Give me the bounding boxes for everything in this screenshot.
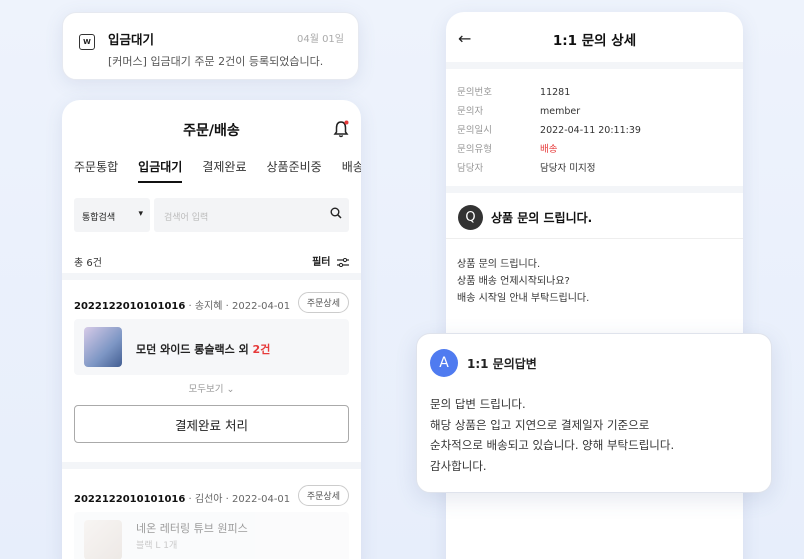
field-value: 담당자 미지정 — [540, 163, 596, 174]
field-inquiry-type: 문의유형 배송 — [457, 141, 558, 155]
field-value: member — [540, 106, 581, 117]
page-title: 1:1 문의 상세 — [552, 33, 637, 49]
search-icon[interactable] — [330, 207, 342, 219]
product-title: 네온 레터링 튜브 원피스 — [136, 522, 248, 535]
order-date: 2022-04-01 — [232, 494, 291, 505]
field-inquirer: 문의자 member — [457, 103, 580, 117]
divider — [446, 186, 743, 193]
question-header: Q 상품 문의 드립니다. — [458, 205, 592, 230]
field-value: 2022-04-11 20:11:39 — [540, 125, 641, 136]
question-title: 상품 문의 드립니다. — [491, 211, 593, 225]
field-inquiry-number: 문의번호 11281 — [457, 84, 570, 98]
view-all-link[interactable]: 모두보기 ⌄ — [74, 381, 349, 395]
search-row: 통합검색 검색어 입력 — [74, 198, 349, 232]
field-value: 배송 — [540, 144, 558, 155]
orders-panel: 주문/배송 주문통합 입금대기 결제완료 상품준비중 배송중 통합검색 검색어 … — [62, 100, 361, 559]
notification-message: [커머스] 입금대기 주문 2건이 등록되었습니다. — [108, 55, 324, 68]
product-row[interactable]: 모던 와이드 롱슬랙스 외 2건 — [74, 319, 349, 375]
order-number: 2022122010101016 — [74, 301, 186, 312]
question-line: 배송 시작일 안내 부탁드립니다. — [457, 293, 590, 304]
order-item: 2022122010101016 · 김선아 · 2022-04-01 주문상세… — [74, 485, 349, 559]
field-label: 문의자 — [457, 106, 484, 117]
question-body: 상품 문의 드립니다. 상품 배송 언제시작되나요? 배송 시작일 안내 부탁드… — [457, 256, 589, 307]
chevron-down-icon: ⌄ — [226, 384, 235, 395]
buyer-name: 김선아 — [194, 494, 223, 505]
answer-line: 문의 답변 드립니다. — [430, 397, 526, 411]
divider — [62, 462, 361, 469]
answer-card: A 1:1 문의답변 문의 답변 드립니다. 해당 상품은 입고 지연으로 결제… — [416, 333, 772, 493]
tab-preparing[interactable]: 상품준비중 — [267, 158, 322, 183]
answer-line: 해당 상품은 입고 지연으로 결제일자 기준으로 — [430, 417, 650, 432]
field-value: 11281 — [540, 87, 571, 98]
field-label: 문의유형 — [457, 144, 492, 155]
filter-button[interactable]: 필터 — [312, 253, 349, 268]
order-date: 2022-04-01 — [232, 301, 291, 312]
tab-paid[interactable]: 결제완료 — [202, 158, 246, 183]
field-label: 문의일시 — [457, 125, 492, 136]
answer-line: 감사합니다. — [430, 458, 487, 473]
page-title: 주문/배송 — [183, 123, 240, 139]
notification-card[interactable]: W 입금대기 04월 01일 [커머스] 입금대기 주문 2건이 등록되었습니다… — [62, 12, 359, 80]
notification-date: 04월 01일 — [296, 34, 344, 45]
product-title: 모던 와이드 롱슬랙스 외 — [136, 343, 249, 356]
filter-label: 필터 — [312, 257, 331, 268]
answer-title: 1:1 문의답변 — [467, 356, 537, 371]
notification-title: 입금대기 — [108, 32, 155, 47]
extra-count: 2건 — [252, 343, 271, 356]
order-count: 총 6건 — [74, 258, 102, 269]
sliders-icon — [337, 257, 349, 267]
buyer-name: 송지혜 — [194, 301, 223, 312]
product-name: 모던 와이드 롱슬랙스 외 2건 — [136, 341, 270, 357]
product-row[interactable]: 네온 레터링 튜브 원피스 블랙 L 1개 — [74, 512, 349, 559]
bell-icon[interactable] — [333, 120, 349, 138]
answer-badge: A — [430, 349, 458, 377]
order-item: 2022122010101016 · 송지혜 · 2022-04-01 주문상세… — [74, 292, 349, 443]
question-badge: Q — [458, 205, 483, 230]
field-label: 담당자 — [457, 163, 484, 174]
answer-line: 순차적으로 배송되고 있습니다. 양해 부탁드립니다. — [430, 438, 675, 452]
product-thumbnail — [84, 520, 122, 559]
answer-header: A 1:1 문의답변 — [430, 349, 537, 377]
order-status-tabs: 주문통합 입금대기 결제완료 상품준비중 배송중 — [74, 158, 361, 183]
field-assignee: 담당자 담당자 미지정 — [457, 160, 596, 174]
order-detail-button[interactable]: 주문상세 — [297, 485, 349, 506]
divider — [62, 273, 361, 280]
order-detail-button[interactable]: 주문상세 — [297, 292, 349, 313]
product-option: 블랙 L 1개 — [136, 541, 178, 551]
divider — [446, 62, 743, 69]
question-line: 상품 배송 언제시작되나요? — [457, 276, 570, 287]
question-line: 상품 문의 드립니다. — [457, 259, 541, 270]
divider — [446, 238, 743, 239]
search-placeholder: 검색어 입력 — [164, 213, 209, 223]
tab-all[interactable]: 주문통합 — [74, 158, 118, 183]
view-all-label: 모두보기 — [188, 384, 224, 395]
tab-shipping[interactable]: 배송중 — [342, 158, 361, 183]
search-type-select[interactable]: 통합검색 — [74, 198, 150, 232]
order-number: 2022122010101016 — [74, 494, 186, 505]
search-input[interactable]: 검색어 입력 — [154, 198, 349, 232]
product-thumbnail — [84, 327, 122, 367]
tab-awaiting-payment[interactable]: 입금대기 — [138, 158, 183, 183]
answer-body: 문의 답변 드립니다. 해당 상품은 입고 지연으로 결제일자 기준으로 순차적… — [430, 394, 674, 476]
field-inquiry-datetime: 문의일시 2022-04-11 20:11:39 — [457, 122, 641, 136]
confirm-payment-button[interactable]: 결제완료 처리 — [74, 405, 349, 443]
document-w-icon: W — [79, 34, 95, 50]
field-label: 문의번호 — [457, 87, 492, 98]
